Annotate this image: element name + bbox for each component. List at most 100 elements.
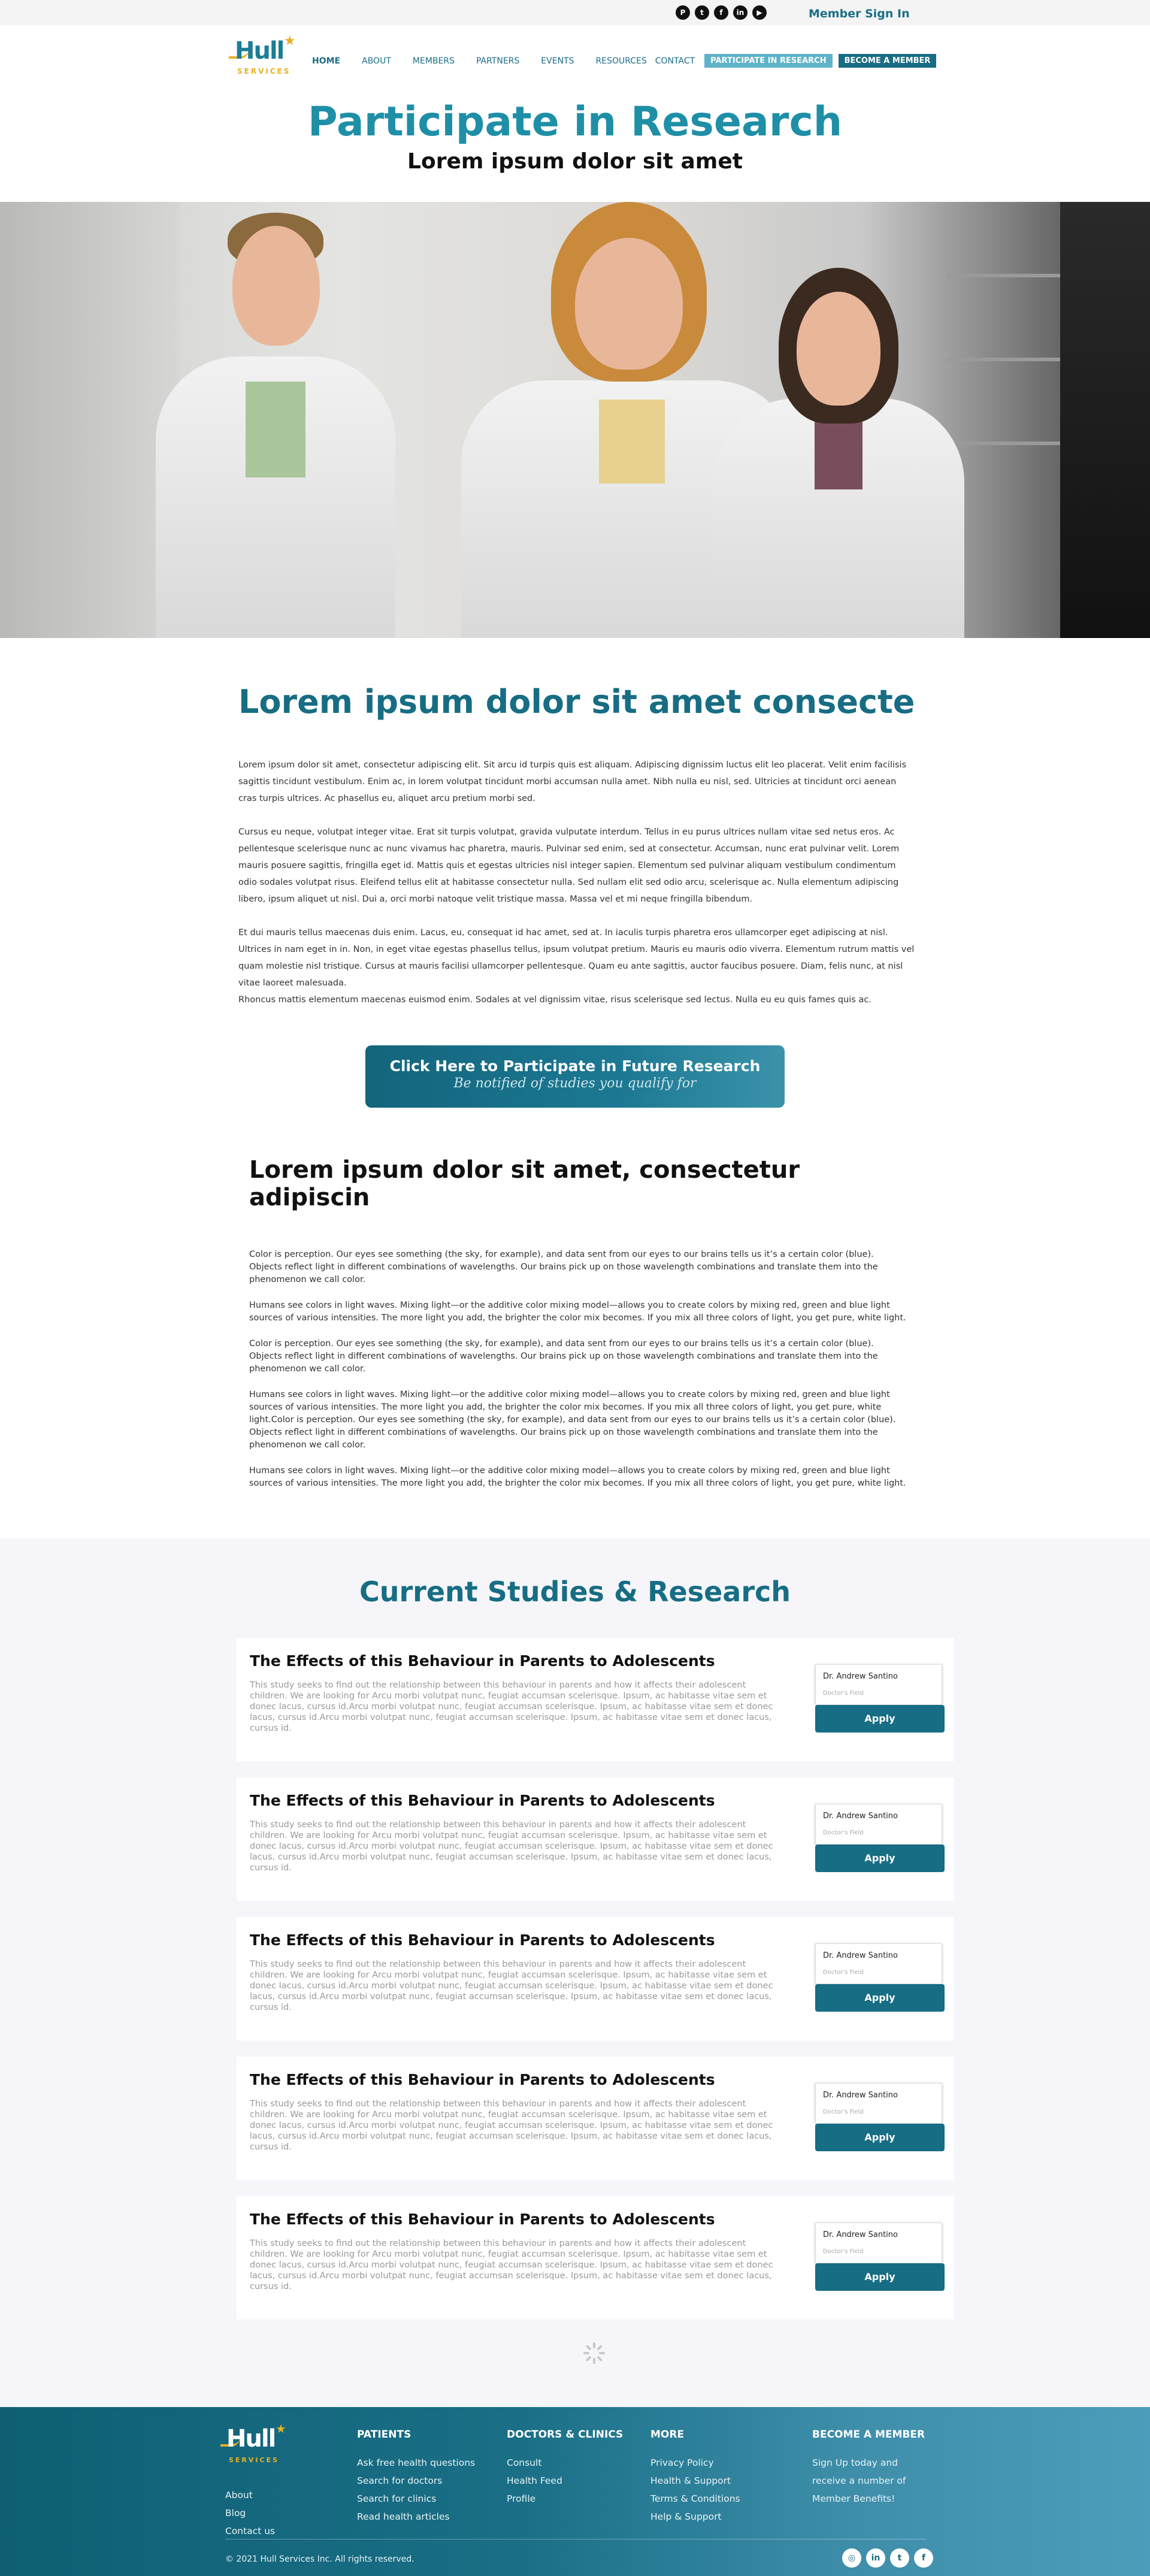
nav-members[interactable]: MEMBERS <box>413 56 455 66</box>
instagram-icon[interactable]: ◎ <box>842 2548 861 2568</box>
youtube-icon[interactable]: ▶ <box>752 5 767 20</box>
doctor-field: Doctor's Field <box>823 2248 864 2255</box>
doctor-card: Dr. Andrew Santino Doctor's Field <box>815 1804 942 1845</box>
footer-link[interactable]: Terms & Conditions <box>650 2490 740 2508</box>
study-title: The Effects of this Behaviour in Parents… <box>250 1792 715 1809</box>
nav-resources[interactable]: RESOURCES <box>595 56 646 66</box>
footer-heading: MORE <box>650 2429 685 2441</box>
apply-button[interactable]: Apply <box>815 2263 945 2291</box>
footer-copyright: © 2021 Hull Services Inc. All rights res… <box>225 2554 414 2564</box>
doctor-field: Doctor's Field <box>823 1969 864 1976</box>
footer-link[interactable]: Search for clinics <box>357 2490 475 2508</box>
footer-link[interactable]: Help & Support <box>650 2508 740 2526</box>
nav-about[interactable]: ABOUT <box>362 56 391 66</box>
apply-button[interactable]: Apply <box>815 1705 945 1733</box>
intro-heading: Lorem ipsum dolor sit amet consecte <box>238 683 915 721</box>
participate-in-research-button[interactable]: PARTICIPATE IN RESEARCH <box>704 54 833 68</box>
study-card: The Effects of this Behaviour in Parents… <box>237 1917 954 2040</box>
intro-section: Lorem ipsum dolor sit amet consecte Lore… <box>238 683 915 1008</box>
study-description: This study seeks to find out the relatio… <box>250 1820 773 1873</box>
footer-link-blog[interactable]: Blog <box>225 2504 275 2522</box>
doctor-name: Dr. Andrew Santino <box>823 1812 898 1821</box>
hero-researchers-image <box>0 202 1150 638</box>
logo-word: Hull <box>226 2425 276 2453</box>
study-card: The Effects of this Behaviour in Parents… <box>237 2196 954 2320</box>
hero-wall <box>0 202 180 638</box>
twitter-icon[interactable]: t <box>695 5 709 20</box>
footer-logo[interactable]: Hull ★ SERVICES <box>219 2419 291 2467</box>
participate-future-research-button[interactable]: Click Here to Participate in Future Rese… <box>365 1045 785 1108</box>
intro-paragraph: Cursus eu neque, volutpat integer vitae.… <box>238 827 900 904</box>
twitter-icon[interactable]: t <box>890 2548 909 2568</box>
footer-heading: DOCTORS & CLINICS <box>507 2429 624 2441</box>
facebook-icon[interactable]: f <box>714 5 728 20</box>
intro-paragraph: Rhoncus mattis elementum maecenas euismo… <box>238 995 871 1005</box>
footer-social-links: ◎ in t f <box>842 2548 933 2568</box>
study-description: This study seeks to find out the relatio… <box>250 1960 773 2012</box>
page-title: Participate in Research <box>307 98 843 146</box>
info-heading: Lorem ipsum dolor sit amet, consectetur … <box>249 1156 800 1211</box>
doctor-name: Dr. Andrew Santino <box>823 1672 898 1681</box>
researcher-woman-right <box>713 202 964 638</box>
nav-home[interactable]: HOME <box>312 56 340 66</box>
studies-heading: Current Studies & Research <box>359 1576 791 1608</box>
top-social-links: P t f in ▶ <box>676 5 767 20</box>
study-title: The Effects of this Behaviour in Parents… <box>250 1652 715 1670</box>
member-sign-in-link[interactable]: Member Sign In <box>809 7 910 20</box>
info-paragraph: Color is perception. Our eyes see someth… <box>249 1339 878 1374</box>
footer-about-links: About Blog Contact us <box>225 2486 275 2540</box>
study-description: This study seeks to find out the relatio… <box>250 2099 773 2152</box>
footer-link[interactable]: Profile <box>507 2490 623 2508</box>
doctor-card: Dr. Andrew Santino Doctor's Field <box>815 2083 942 2124</box>
info-paragraph: Humans see colors in light waves. Mixing… <box>249 1301 906 1323</box>
doctor-field: Doctor's Field <box>823 2109 864 2115</box>
footer-heading: BECOME A MEMBER <box>812 2429 925 2441</box>
footer-link[interactable]: Privacy Policy <box>650 2454 740 2472</box>
study-title: The Effects of this Behaviour in Parents… <box>250 2071 715 2088</box>
study-title: The Effects of this Behaviour in Parents… <box>250 2211 715 2228</box>
study-description: This study seeks to find out the relatio… <box>250 2239 773 2291</box>
footer-heading: PATIENTS <box>357 2429 411 2441</box>
footer-link[interactable]: Health Feed <box>507 2472 623 2490</box>
study-card: The Effects of this Behaviour in Parents… <box>237 1777 954 1901</box>
footer-link[interactable]: Consult <box>507 2454 623 2472</box>
info-section: Lorem ipsum dolor sit amet, consectetur … <box>249 1156 908 1490</box>
doctor-name: Dr. Andrew Santino <box>823 1951 898 1960</box>
footer-member-column: BECOME A MEMBER Sign Up today and receiv… <box>812 2429 932 2508</box>
info-paragraph: Humans see colors in light waves. Mixing… <box>249 1390 896 1450</box>
study-title: The Effects of this Behaviour in Parents… <box>250 1931 715 1949</box>
apply-button[interactable]: Apply <box>815 2124 945 2151</box>
nav-contact[interactable]: CONTACT <box>655 56 695 66</box>
hull-services-logo[interactable]: Hull ★ SERVICES <box>226 31 297 79</box>
linkedin-icon[interactable]: in <box>866 2548 885 2568</box>
footer-link[interactable]: Health & Support <box>650 2472 740 2490</box>
footer-member-text[interactable]: Sign Up today and receive a number of Me… <box>812 2454 932 2508</box>
logo-subtitle: SERVICES <box>229 2456 280 2464</box>
apply-button[interactable]: Apply <box>815 1984 945 2012</box>
loading-spinner-icon <box>582 2341 606 2365</box>
become-a-member-button[interactable]: BECOME A MEMBER <box>838 54 937 68</box>
site-footer: Hull ★ SERVICES About Blog Contact us PA… <box>0 2407 1150 2576</box>
study-card: The Effects of this Behaviour in Parents… <box>237 1638 954 1761</box>
doctor-field: Doctor's Field <box>823 1690 864 1697</box>
cta-banner-subtitle: Be notified of studies you qualify for <box>453 1076 697 1091</box>
pinterest-icon[interactable]: P <box>676 5 690 20</box>
nav-events[interactable]: EVENTS <box>541 56 574 66</box>
footer-link[interactable]: Read health articles <box>357 2508 475 2526</box>
footer-link-contact[interactable]: Contact us <box>225 2522 275 2540</box>
intro-paragraph: Lorem ipsum dolor sit amet, consectetur … <box>238 760 907 803</box>
study-description: This study seeks to find out the relatio… <box>250 1680 773 1733</box>
doctor-field: Doctor's Field <box>823 1830 864 1836</box>
study-card: The Effects of this Behaviour in Parents… <box>237 2057 954 2180</box>
main-nav: HOME ABOUT MEMBERS PARTNERS EVENTS RESOU… <box>312 54 937 68</box>
footer-link-about[interactable]: About <box>225 2486 275 2504</box>
linkedin-icon[interactable]: in <box>733 5 748 20</box>
facebook-icon[interactable]: f <box>914 2548 933 2568</box>
cta-banner-title: Click Here to Participate in Future Rese… <box>389 1057 761 1075</box>
nav-partners[interactable]: PARTNERS <box>476 56 519 66</box>
doctor-card: Dr. Andrew Santino Doctor's Field <box>815 1664 942 1705</box>
footer-link[interactable]: Ask free health questions <box>357 2454 475 2472</box>
info-paragraph: Color is perception. Our eyes see someth… <box>249 1250 878 1284</box>
apply-button[interactable]: Apply <box>815 1845 945 1872</box>
footer-link[interactable]: Search for doctors <box>357 2472 475 2490</box>
